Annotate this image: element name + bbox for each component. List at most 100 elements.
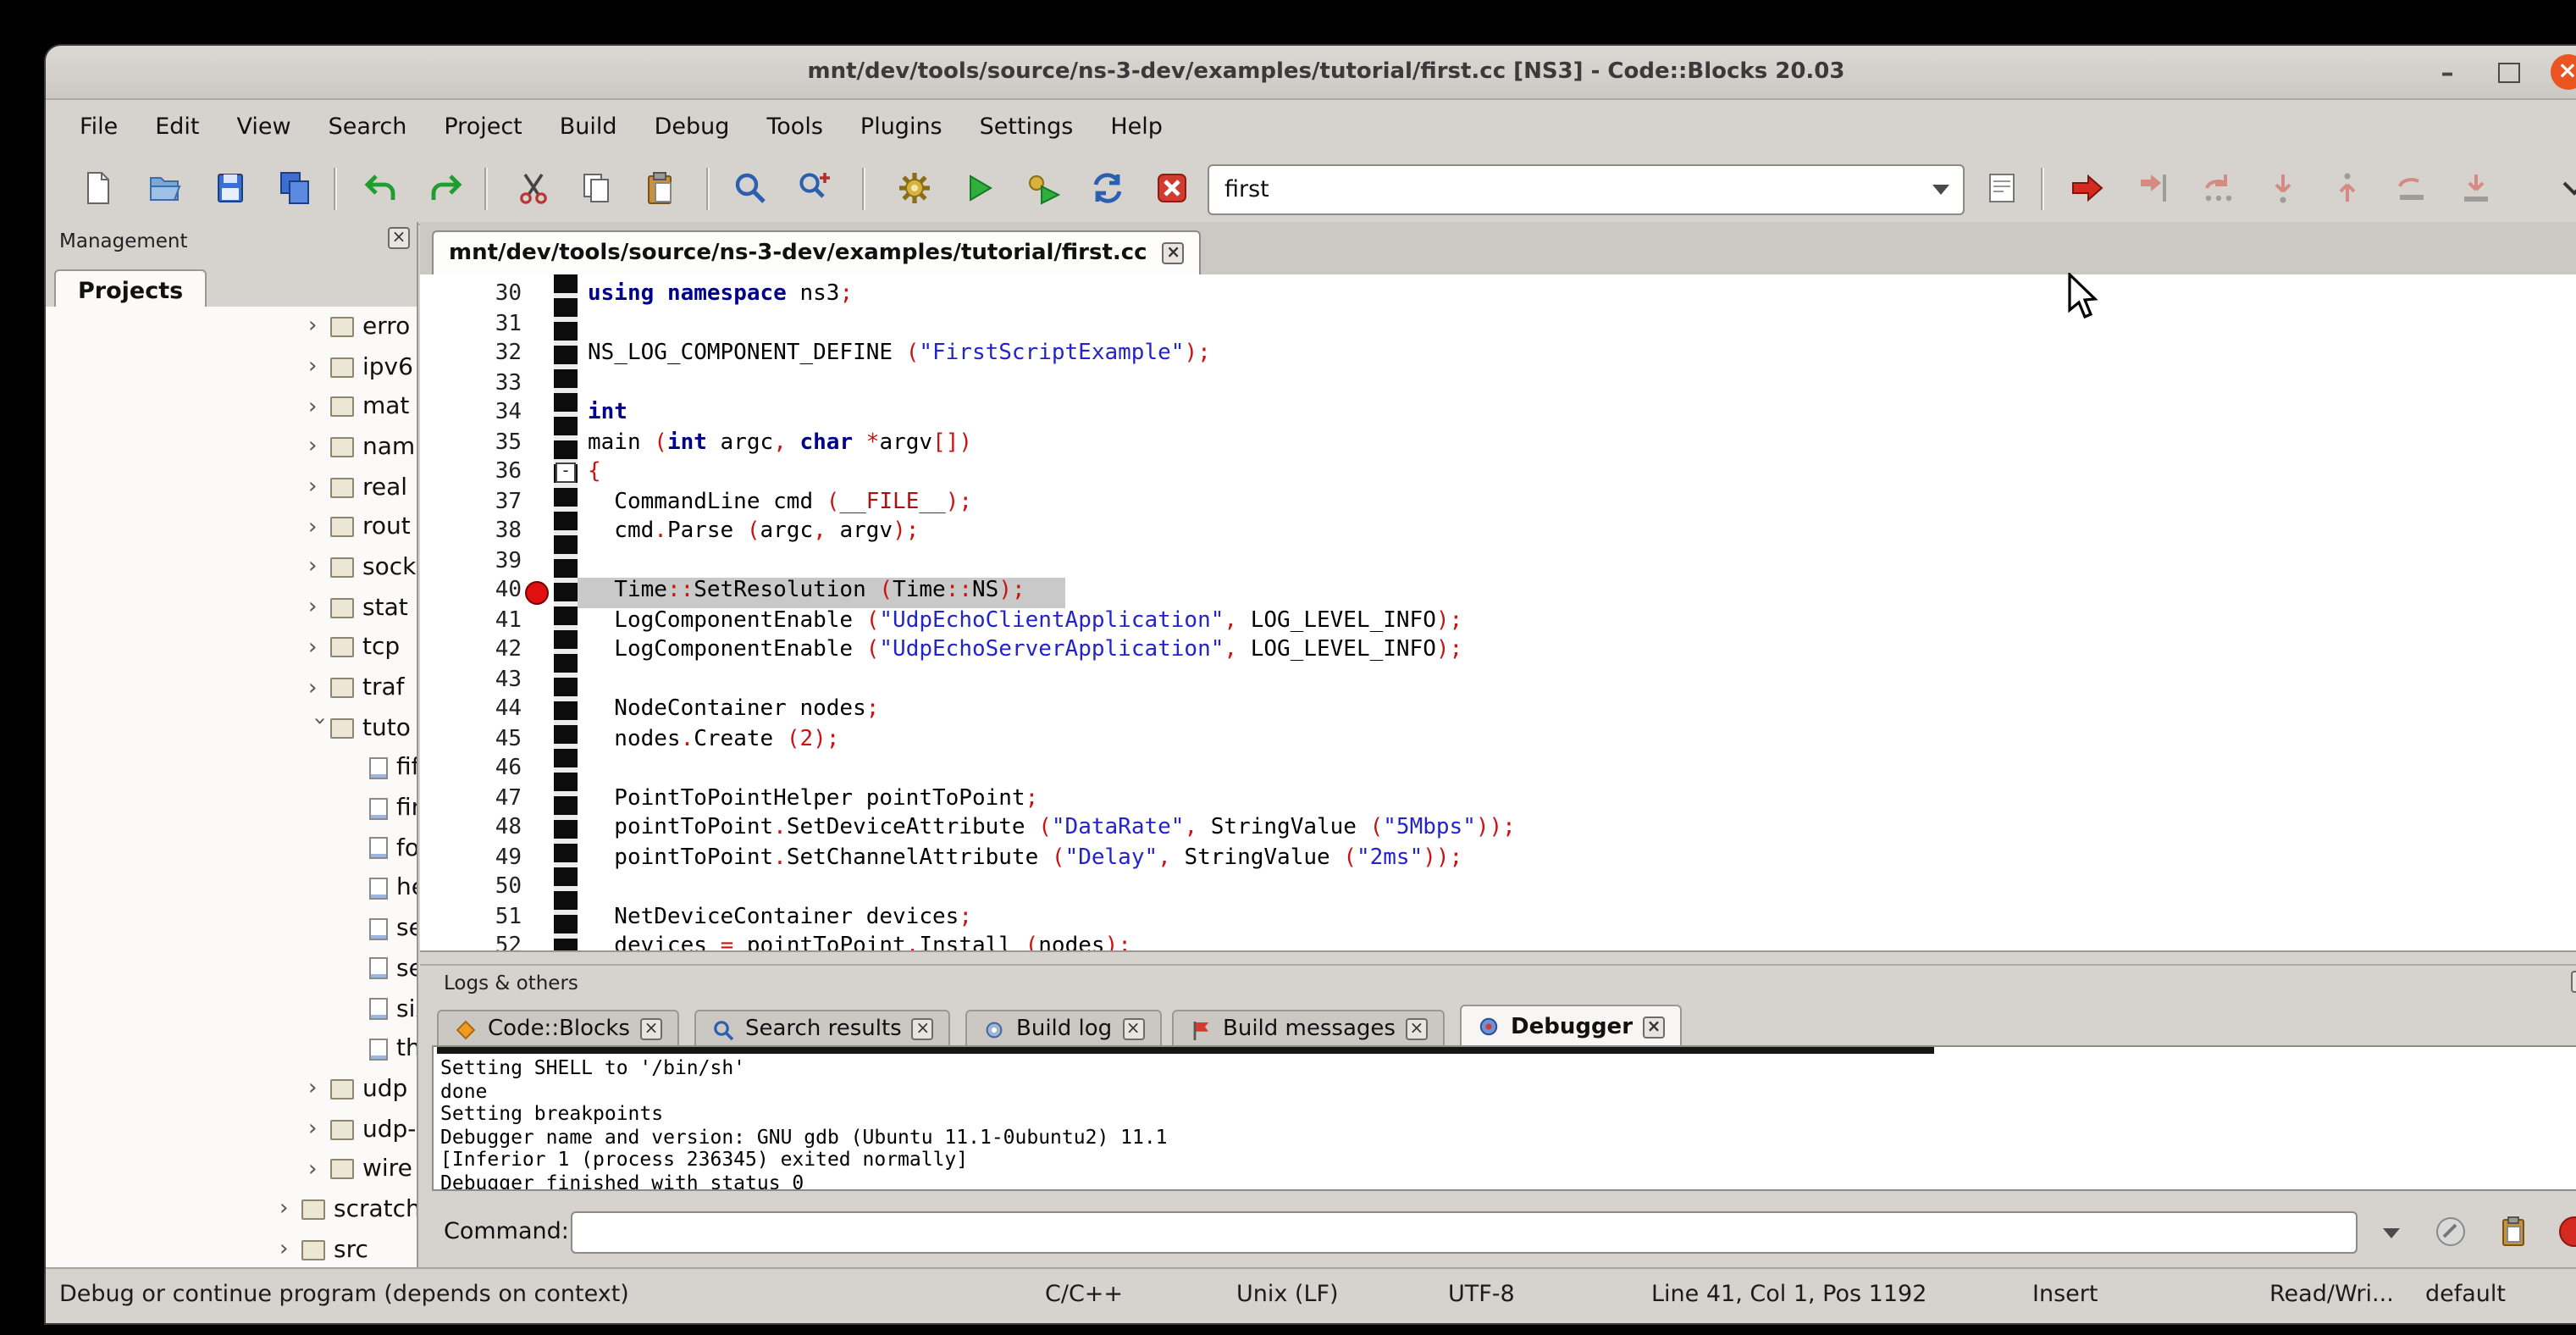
open-file-icon[interactable] [139,163,190,213]
code-line-31[interactable] [578,311,2576,341]
code-line-40[interactable]: Time::SetResolution (Time::NS); [578,578,2576,607]
line-number[interactable]: 43 [437,667,522,696]
search-target-icon[interactable] [1976,163,2027,213]
logs-tab-search-results[interactable]: Search results [694,1010,951,1049]
line-number[interactable]: 48 [437,815,522,845]
rebuild-icon[interactable] [1082,163,1133,213]
code-line-49[interactable]: pointToPoint.SetChannelAttribute ("Delay… [578,845,2576,874]
tree-item-fir[interactable]: fir [46,789,417,828]
line-number[interactable]: 34 [437,400,522,429]
incremental-search-combobox[interactable]: first [1208,164,1965,215]
code-line-35[interactable]: main (int argc, char *argv[]) [578,429,2576,459]
chevron-right-icon[interactable] [308,435,330,460]
tree-item-tcp[interactable]: tcp [46,628,417,668]
clipboard-icon[interactable] [2490,1208,2537,1255]
tree-item-nam[interactable]: nam [46,427,417,467]
breakpoint-icon[interactable] [525,580,549,604]
editor-tab-first-cc[interactable]: mnt/dev/tools/source/ns-3-dev/examples/t… [432,230,1202,276]
line-number[interactable]: 37 [437,489,522,518]
tree-item-six[interactable]: six [46,989,417,1028]
code-line-37[interactable]: CommandLine cmd (__FILE__); [578,489,2576,518]
tree-item-src[interactable]: src [46,1230,417,1267]
code-line-39[interactable] [578,548,2576,578]
line-number[interactable]: 50 [437,874,522,904]
replace-icon[interactable] [789,163,840,213]
line-number[interactable]: 30 [437,281,522,311]
resize-grip[interactable] [2571,1289,2576,1323]
tree-item-real[interactable]: real [46,468,417,507]
title-bar[interactable]: mnt/dev/tools/source/ns-3-dev/examples/t… [46,46,2576,100]
code-line-43[interactable] [578,667,2576,696]
code-line-36[interactable]: { [578,459,2576,489]
menu-item-search[interactable]: Search [310,114,426,141]
save-icon[interactable] [205,163,256,213]
build-and-run-icon[interactable] [1018,163,1069,213]
chevron-right-icon[interactable] [279,1237,301,1262]
line-number[interactable]: 49 [437,845,522,874]
logs-tab-build-messages[interactable]: Build messages [1172,1010,1445,1049]
cut-icon[interactable] [508,163,559,213]
line-number[interactable]: 36 [437,459,522,489]
menu-item-file[interactable]: File [61,114,136,141]
tree-item-udp[interactable]: udp [46,1069,417,1109]
menu-item-debug[interactable]: Debug [636,114,749,141]
line-number[interactable]: 35 [437,429,522,459]
redo-icon[interactable] [420,163,471,213]
line-number[interactable]: 32 [437,341,522,370]
code-line-51[interactable]: NetDeviceContainer devices; [578,904,2576,933]
chevron-right-icon[interactable] [308,394,330,419]
line-number[interactable]: 46 [437,756,522,785]
code-line-38[interactable]: cmd.Parse (argc, argv); [578,518,2576,548]
chevron-down-icon[interactable] [307,717,332,739]
code-line-42[interactable]: LogComponentEnable ("UdpEchoServerApplic… [578,637,2576,667]
tab-close-icon[interactable] [912,1018,934,1040]
command-input[interactable] [571,1211,2358,1254]
line-number[interactable]: 44 [437,696,522,726]
link-icon[interactable] [2427,1208,2474,1255]
next-instruction-icon[interactable] [2386,163,2437,213]
chevron-right-icon[interactable] [308,474,330,500]
tree-item-th[interactable]: th [46,1029,417,1069]
tree-item-sock[interactable]: sock [46,547,417,587]
toolbar-overflow-icon[interactable] [2549,163,2576,213]
tree-item-fif[interactable]: fif [46,748,417,788]
step-out-icon[interactable] [2322,163,2373,213]
build-icon[interactable] [889,163,940,213]
code-line-32[interactable]: NS_LOG_COMPONENT_DEFINE ("FirstScriptExa… [578,341,2576,370]
chevron-right-icon[interactable] [308,515,330,540]
debug-continue-icon[interactable] [2061,163,2112,213]
code-line-45[interactable]: nodes.Create (2); [578,726,2576,756]
menu-item-plugins[interactable]: Plugins [842,114,961,141]
code-line-46[interactable] [578,756,2576,785]
logs-tab-build-log[interactable]: Build log [965,1010,1161,1049]
copy-icon[interactable] [571,163,622,213]
logs-close-icon[interactable] [2571,971,2576,993]
tree-item-wire[interactable]: wire [46,1149,417,1189]
find-icon[interactable] [725,163,776,213]
tab-close-icon[interactable] [1163,242,1185,264]
line-number[interactable]: 45 [437,726,522,756]
step-into-instruction-icon[interactable] [2451,163,2501,213]
logs-tab-debugger[interactable]: Debugger [1460,1005,1682,1049]
chevron-down-icon[interactable] [1919,185,1963,195]
paste-icon[interactable] [635,163,686,213]
chevron-right-icon[interactable] [308,635,330,661]
save-all-icon[interactable] [269,163,320,213]
chevron-right-icon[interactable] [308,314,330,340]
tab-close-icon[interactable] [1122,1018,1144,1040]
chevron-right-icon[interactable] [308,1116,330,1142]
line-number[interactable]: 52 [437,933,522,952]
tree-item-erro[interactable]: erro [46,307,417,346]
line-number[interactable]: 31 [437,311,522,341]
line-number-gutter[interactable]: 3031323334353637383940414243444546474849… [437,281,522,952]
tree-item-rout[interactable]: rout [46,507,417,547]
logs-tab-code-blocks[interactable]: Code::Blocks [437,1010,679,1049]
line-number[interactable]: 40 [437,578,522,607]
tree-item-ipv6[interactable]: ipv6 [46,346,417,386]
chevron-right-icon[interactable] [308,354,330,379]
tree-item-stat[interactable]: stat [46,588,417,628]
menu-item-view[interactable]: View [218,114,310,141]
tab-close-icon[interactable] [640,1018,662,1040]
tree-item-tuto[interactable]: tuto [46,708,417,748]
tree-item-mat[interactable]: mat [46,387,417,427]
